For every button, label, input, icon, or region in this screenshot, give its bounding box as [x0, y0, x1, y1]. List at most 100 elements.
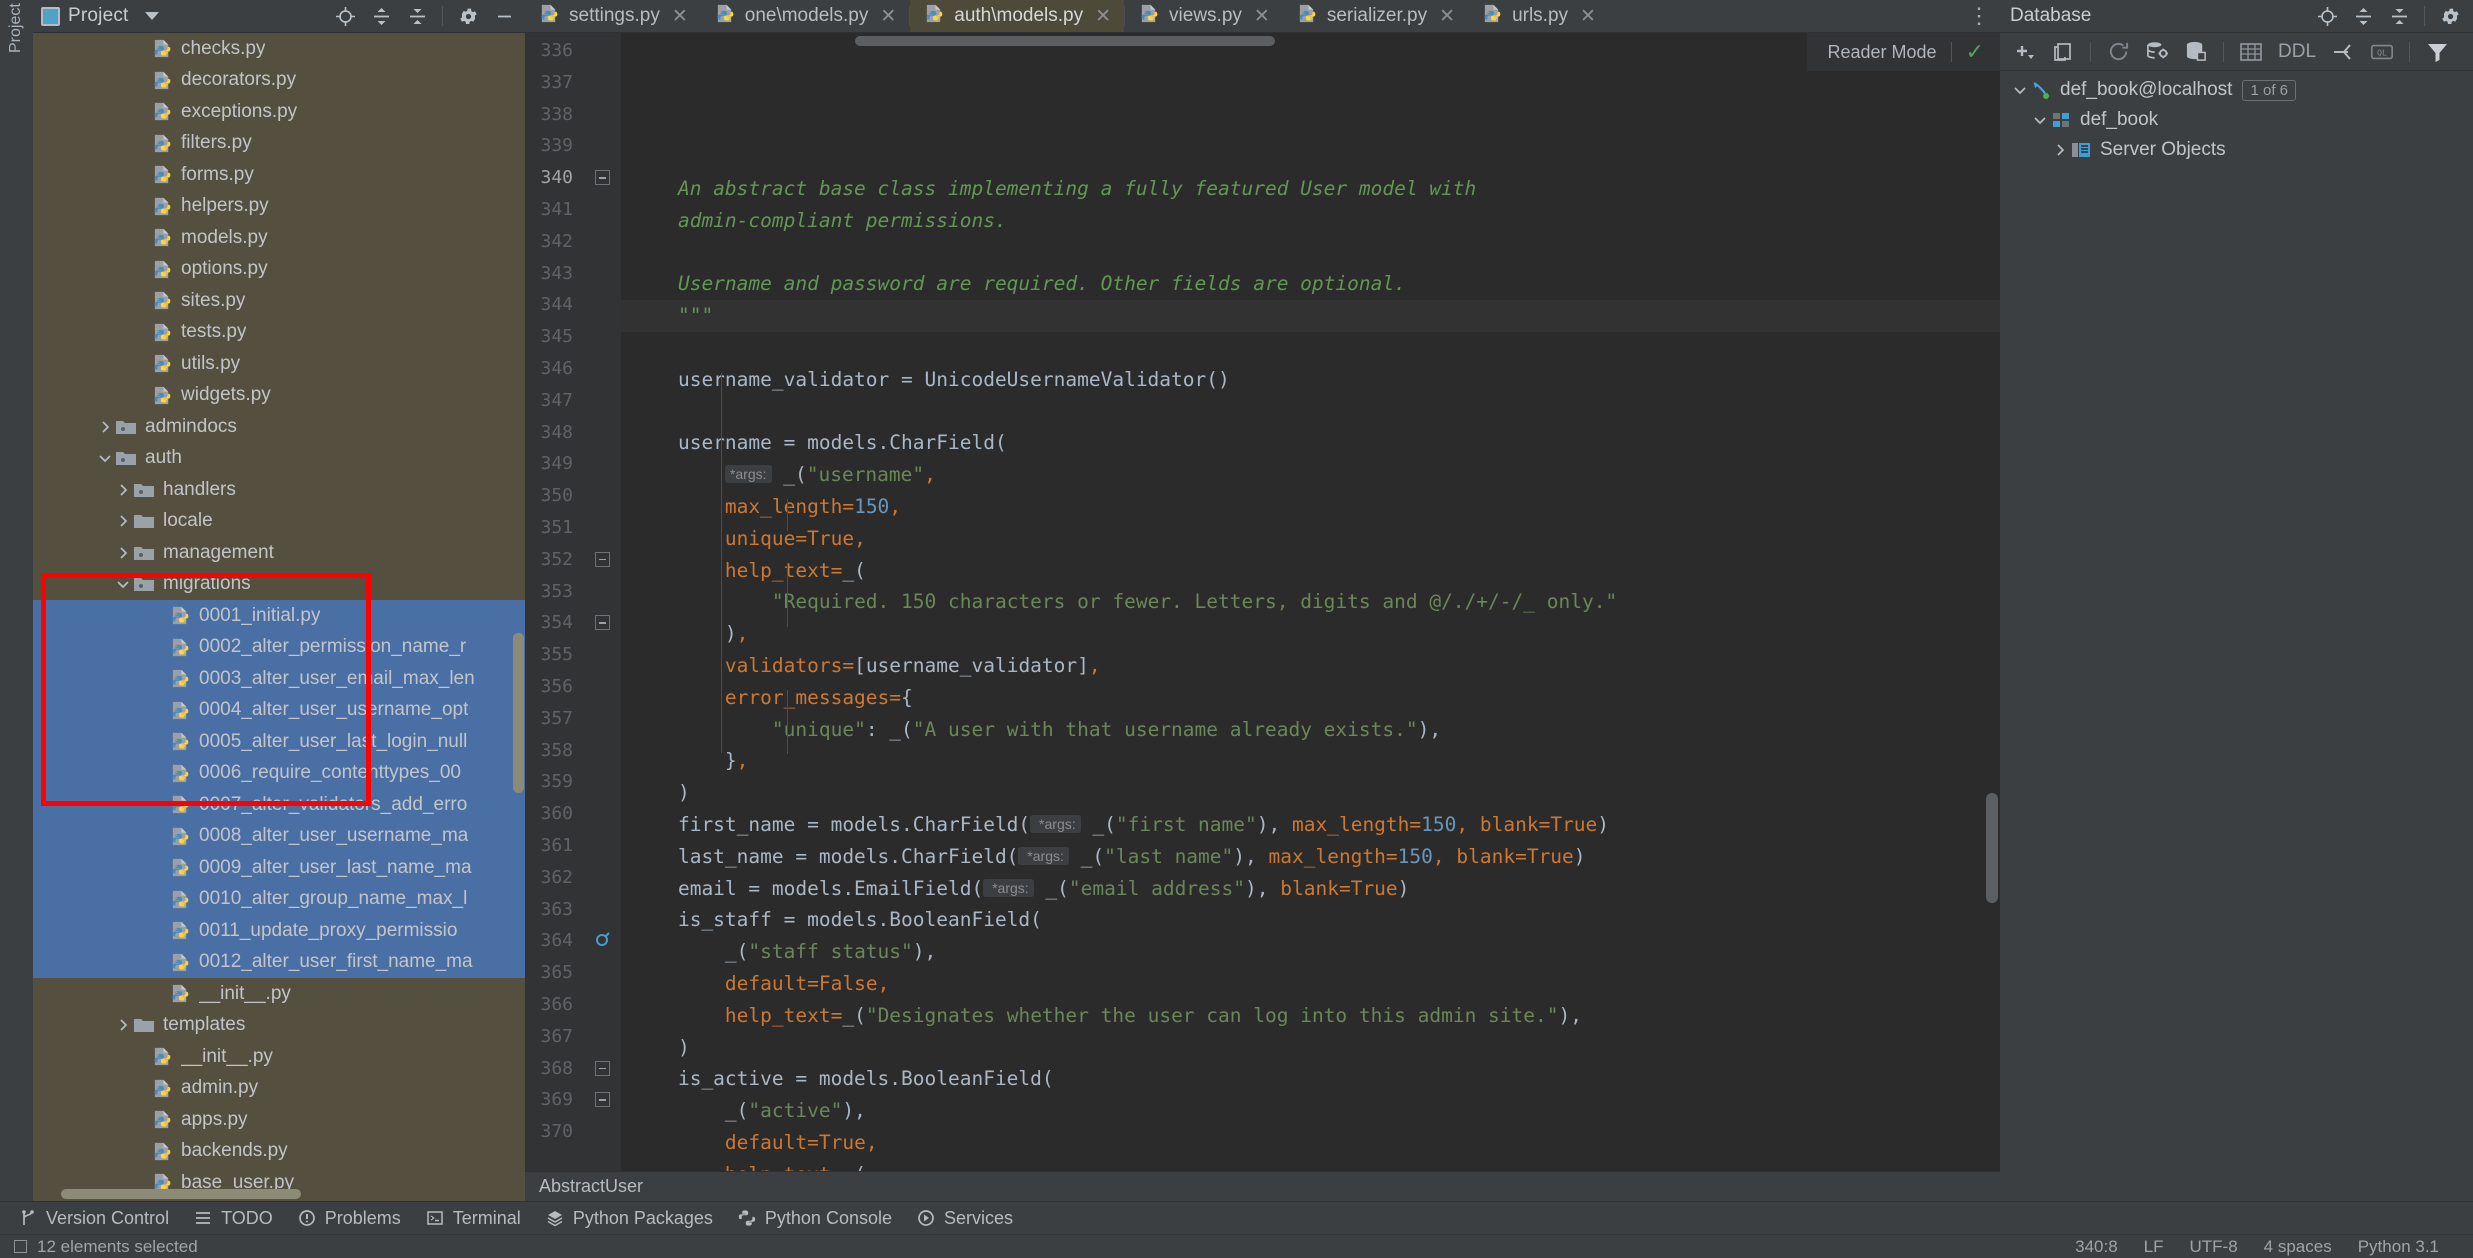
- chevron-right-icon[interactable]: [2050, 143, 2070, 157]
- tree-folder-row[interactable]: migrations: [33, 569, 525, 601]
- database-tree-row[interactable]: def_book: [2000, 105, 2473, 135]
- tree-file-row[interactable]: __init__.py: [33, 978, 525, 1010]
- tree-folder-row[interactable]: handlers: [33, 474, 525, 506]
- copy-icon[interactable]: [2051, 40, 2075, 64]
- code-line[interactable]: *args: _("username",: [621, 459, 2000, 491]
- close-icon[interactable]: ✕: [1254, 5, 1270, 28]
- tree-file-row[interactable]: admin.py: [33, 1073, 525, 1105]
- tool-window-todo[interactable]: TODO: [189, 1208, 293, 1229]
- tree-folder-row[interactable]: admindocs: [33, 411, 525, 443]
- editor-tab-auth-models-py[interactable]: auth\models.py✕: [910, 0, 1124, 32]
- editor-vertical-scrollbar[interactable]: [1986, 793, 1998, 903]
- close-icon[interactable]: ✕: [880, 5, 896, 28]
- code-content[interactable]: An abstract base class implementing a fu…: [621, 33, 2000, 1201]
- table-icon[interactable]: [2239, 40, 2263, 64]
- editor-horizontal-scrollbar[interactable]: [855, 36, 1275, 46]
- tree-file-row[interactable]: models.py: [33, 222, 525, 254]
- code-line[interactable]: },: [621, 745, 2000, 777]
- chevron-down-icon[interactable]: [145, 12, 159, 20]
- close-icon[interactable]: ✕: [1580, 5, 1596, 28]
- fold-toggle-icon[interactable]: [595, 170, 610, 185]
- code-line[interactable]: is_active = models.BooleanField(: [621, 1063, 2000, 1095]
- code-line[interactable]: An abstract base class implementing a fu…: [621, 173, 2000, 205]
- tool-window-services[interactable]: Services: [912, 1208, 1033, 1229]
- tree-file-row[interactable]: exceptions.py: [33, 96, 525, 128]
- code-folding-gutter[interactable]: [585, 33, 621, 1201]
- locate-icon[interactable]: [334, 5, 356, 27]
- chevron-right-icon[interactable]: [113, 514, 133, 528]
- file-encoding[interactable]: UTF-8: [2190, 1237, 2238, 1257]
- editor-tab-urls-py[interactable]: urls.py✕: [1468, 0, 1609, 32]
- chevron-down-icon[interactable]: [2010, 83, 2030, 97]
- chevron-right-icon[interactable]: [113, 483, 133, 497]
- check-icon[interactable]: ✓: [1966, 39, 1984, 65]
- editor-tab-views-py[interactable]: views.py✕: [1125, 0, 1283, 32]
- tree-folder-row[interactable]: templates: [33, 1010, 525, 1042]
- gear-icon[interactable]: [457, 5, 479, 27]
- code-line[interactable]: username = models.CharField(: [621, 427, 2000, 459]
- chevron-down-icon[interactable]: [2030, 113, 2050, 127]
- code-line[interactable]: first_name = models.CharField( *args: _(…: [621, 809, 2000, 841]
- chevron-right-icon[interactable]: [113, 546, 133, 560]
- code-line[interactable]: "Required. 150 characters or fewer. Lett…: [621, 586, 2000, 618]
- code-line[interactable]: "unique": _("A user with that username a…: [621, 714, 2000, 746]
- collapse-all-icon[interactable]: [406, 5, 428, 27]
- tree-file-row[interactable]: utils.py: [33, 348, 525, 380]
- code-line[interactable]: admin-compliant permissions.: [621, 205, 2000, 237]
- tree-file-row[interactable]: widgets.py: [33, 380, 525, 412]
- chevron-right-icon[interactable]: [113, 1018, 133, 1032]
- caret-position[interactable]: 340:8: [2075, 1237, 2118, 1257]
- tool-window-problems[interactable]: Problems: [293, 1208, 421, 1229]
- database-tree-row[interactable]: def_book@localhost1 of 6: [2000, 75, 2473, 105]
- tree-folder-row[interactable]: auth: [33, 443, 525, 475]
- gear-icon[interactable]: [2439, 5, 2461, 27]
- run-gutter-icon[interactable]: [593, 931, 611, 954]
- expand-all-icon[interactable]: [370, 5, 392, 27]
- project-tree-horizontal-scrollbar[interactable]: [61, 1189, 301, 1199]
- tree-file-row[interactable]: 0008_alter_user_username_ma: [33, 821, 525, 853]
- sync-settings-icon[interactable]: [2145, 40, 2169, 64]
- code-line[interactable]: _("active"),: [621, 1095, 2000, 1127]
- code-line[interactable]: [621, 396, 2000, 428]
- tool-window-python-packages[interactable]: Python Packages: [541, 1208, 733, 1229]
- code-line[interactable]: help_text=_(: [621, 555, 2000, 587]
- ddl-button[interactable]: DDL: [2278, 40, 2316, 64]
- minimize-icon[interactable]: [493, 5, 515, 27]
- fold-toggle-icon[interactable]: [595, 1061, 610, 1076]
- code-line[interactable]: default=False,: [621, 968, 2000, 1000]
- tree-file-row[interactable]: 0002_alter_permission_name_r: [33, 632, 525, 664]
- tree-file-row[interactable]: backends.py: [33, 1136, 525, 1168]
- close-icon[interactable]: ✕: [1439, 5, 1455, 28]
- code-line[interactable]: username_validator = UnicodeUsernameVali…: [621, 364, 2000, 396]
- tree-file-row[interactable]: 0010_alter_group_name_max_l: [33, 884, 525, 916]
- code-line[interactable]: last_name = models.CharField( *args: _("…: [621, 841, 2000, 873]
- fold-toggle-icon[interactable]: [595, 1092, 610, 1107]
- chevron-down-icon[interactable]: [113, 577, 133, 591]
- project-tree[interactable]: checks.pydecorators.pyexceptions.pyfilte…: [33, 33, 525, 1201]
- tree-file-row[interactable]: 0003_alter_user_email_max_len: [33, 663, 525, 695]
- code-line[interactable]: error_messages={: [621, 682, 2000, 714]
- fold-toggle-icon[interactable]: [595, 615, 610, 630]
- close-icon[interactable]: ✕: [1095, 5, 1111, 28]
- code-line[interactable]: _("staff status"),: [621, 936, 2000, 968]
- tree-file-row[interactable]: forms.py: [33, 159, 525, 191]
- tree-file-row[interactable]: 0004_alter_user_username_opt: [33, 695, 525, 727]
- tree-file-row[interactable]: 0012_alter_user_first_name_ma: [33, 947, 525, 979]
- tree-file-row[interactable]: decorators.py: [33, 65, 525, 97]
- more-vertical-icon[interactable]: ⋮: [1958, 0, 2000, 32]
- tree-file-row[interactable]: tests.py: [33, 317, 525, 349]
- code-line[interactable]: """: [621, 300, 2000, 332]
- tool-window-terminal[interactable]: Terminal: [421, 1208, 541, 1229]
- editor-tab-one-models-py[interactable]: one\models.py✕: [701, 0, 910, 32]
- database-tree-row[interactable]: Server Objects: [2000, 135, 2473, 165]
- code-line[interactable]: default=True,: [621, 1127, 2000, 1159]
- project-tree-vertical-scrollbar[interactable]: [513, 633, 524, 793]
- code-line[interactable]: ),: [621, 618, 2000, 650]
- jump-to-icon[interactable]: [2331, 40, 2355, 64]
- tree-folder-row[interactable]: management: [33, 537, 525, 569]
- tree-file-row[interactable]: 0001_initial.py: [33, 600, 525, 632]
- code-line[interactable]: help_text=_("Designates whether the user…: [621, 1000, 2000, 1032]
- tool-window-version-control[interactable]: Version Control: [14, 1208, 189, 1229]
- tree-file-row[interactable]: __init__.py: [33, 1041, 525, 1073]
- code-line[interactable]: Username and password are required. Othe…: [621, 268, 2000, 300]
